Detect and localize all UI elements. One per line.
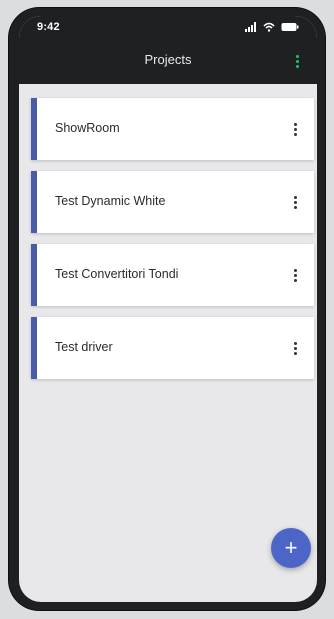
- status-icons: [245, 22, 299, 32]
- project-menu-icon[interactable]: [290, 193, 300, 211]
- app-bar: Projects: [19, 40, 317, 84]
- app-screen: 9:42 Projects ShowRoom Test Dynamic Whit…: [19, 16, 317, 602]
- project-menu-icon[interactable]: [290, 120, 300, 138]
- page-title: Projects: [144, 52, 192, 67]
- project-card-test-convertitori-tondi[interactable]: Test Convertitori Tondi: [31, 244, 314, 306]
- battery-icon: [281, 23, 299, 31]
- project-title: Test Convertitori Tondi: [55, 267, 179, 281]
- project-title: Test driver: [55, 340, 113, 354]
- status-bar: 9:42: [19, 16, 317, 40]
- project-card-test-driver[interactable]: Test driver: [31, 317, 314, 379]
- project-menu-icon[interactable]: [290, 266, 300, 284]
- status-time: 9:42: [37, 21, 60, 33]
- wifi-icon: [263, 22, 275, 32]
- vertical-ellipsis-icon[interactable]: [289, 49, 305, 73]
- project-list: ShowRoom Test Dynamic White Test Convert…: [19, 84, 317, 390]
- project-card-test-dynamic-white[interactable]: Test Dynamic White: [31, 171, 314, 233]
- project-menu-icon[interactable]: [290, 339, 300, 357]
- project-title: ShowRoom: [55, 121, 120, 135]
- project-card-showroom[interactable]: ShowRoom: [31, 98, 314, 160]
- signal-icon: [245, 22, 256, 32]
- phone-frame: 9:42 Projects ShowRoom Test Dynamic Whit…: [9, 8, 325, 610]
- add-project-button[interactable]: +: [271, 528, 311, 568]
- project-title: Test Dynamic White: [55, 194, 166, 208]
